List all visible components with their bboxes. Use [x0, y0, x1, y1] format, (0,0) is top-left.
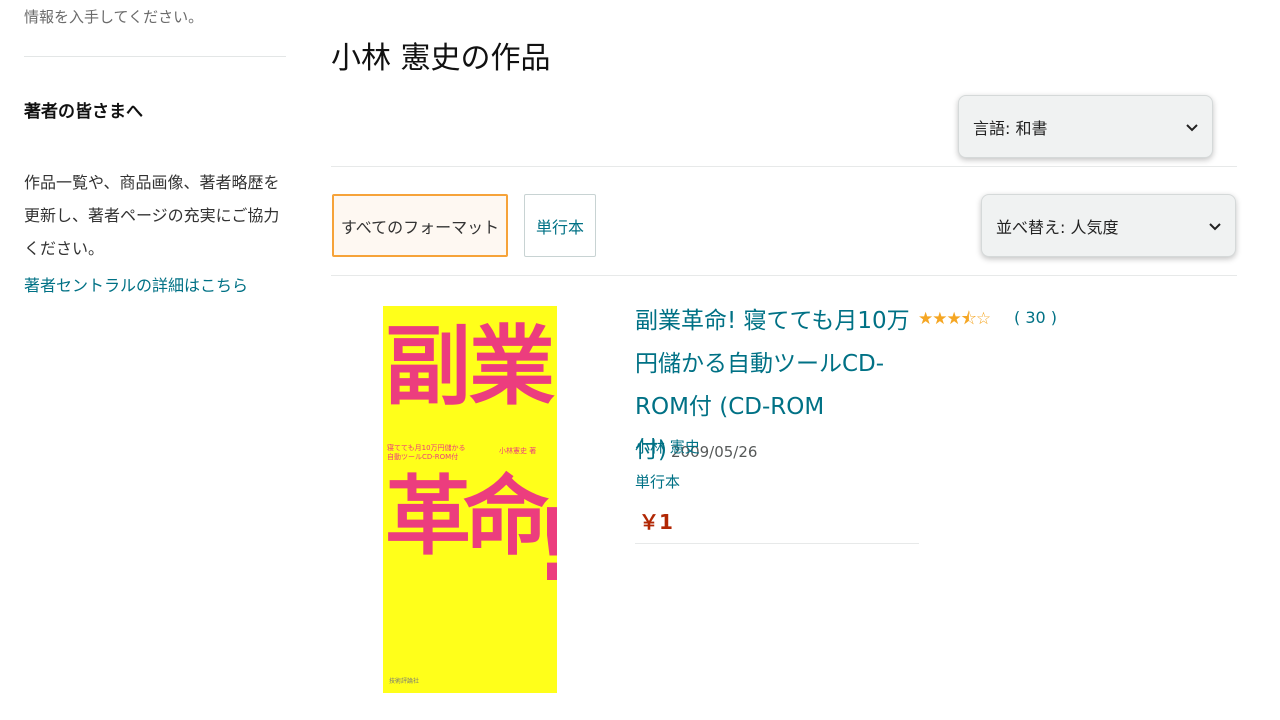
cover-char: !: [533, 496, 557, 596]
cover-subtitle-2: 自動ツールCD-ROM付: [387, 453, 459, 461]
page-title: 小林 憲史の作品: [331, 41, 551, 76]
sort-select-value: 並べ替え: 人気度: [996, 217, 1119, 237]
book-cover-image[interactable]: 副 業 寝てても月10万円儲かる 自動ツールCD-ROM付 小林憲史 著 革 命…: [383, 306, 557, 693]
cover-char: 業: [469, 317, 555, 417]
sidebar-body-text: 作品一覧や、商品画像、著者略歴を 更新し、著者ページの充実にご協力 ください。: [24, 166, 286, 265]
star-rating-icon[interactable]: ★★★⯪☆: [918, 306, 991, 335]
sort-select[interactable]: 並べ替え: 人気度: [981, 194, 1236, 257]
section-divider: [331, 166, 1237, 167]
language-select-value: 言語: 和書: [973, 118, 1048, 138]
sidebar-body-line: 更新し、著者ページの充実にご協力: [24, 206, 280, 225]
author-central-link[interactable]: 著者セントラルの詳細はこちら: [24, 272, 248, 296]
format-all-button[interactable]: すべてのフォーマット: [332, 194, 508, 257]
chevron-down-icon: [1186, 117, 1198, 136]
sidebar-body-line: ください。: [24, 239, 105, 258]
product-price: ￥1: [639, 510, 673, 534]
sidebar-body-line: 作品一覧や、商品画像、著者略歴を: [24, 173, 280, 192]
cover-char: 革: [385, 467, 471, 567]
section-divider: [331, 275, 1237, 276]
rating-count-link[interactable]: ( 30 ): [1014, 308, 1057, 327]
sidebar-top-text: 情報を入手してください。: [24, 8, 204, 26]
cover-publisher: 技術評論社: [389, 678, 420, 685]
sidebar-divider: [24, 56, 286, 57]
chevron-down-icon: [1209, 216, 1221, 235]
format-tankobon-button[interactable]: 単行本: [524, 194, 596, 257]
language-select[interactable]: 言語: 和書: [958, 95, 1213, 158]
cover-char: 副: [385, 317, 471, 417]
sidebar-heading: 著者の皆さまへ: [24, 102, 143, 122]
cover-author: 小林憲史 著: [499, 447, 537, 455]
product-divider: [635, 543, 919, 544]
product-format-link[interactable]: 単行本: [635, 471, 680, 492]
product-author-link[interactable]: 小林 憲史: [635, 436, 700, 457]
